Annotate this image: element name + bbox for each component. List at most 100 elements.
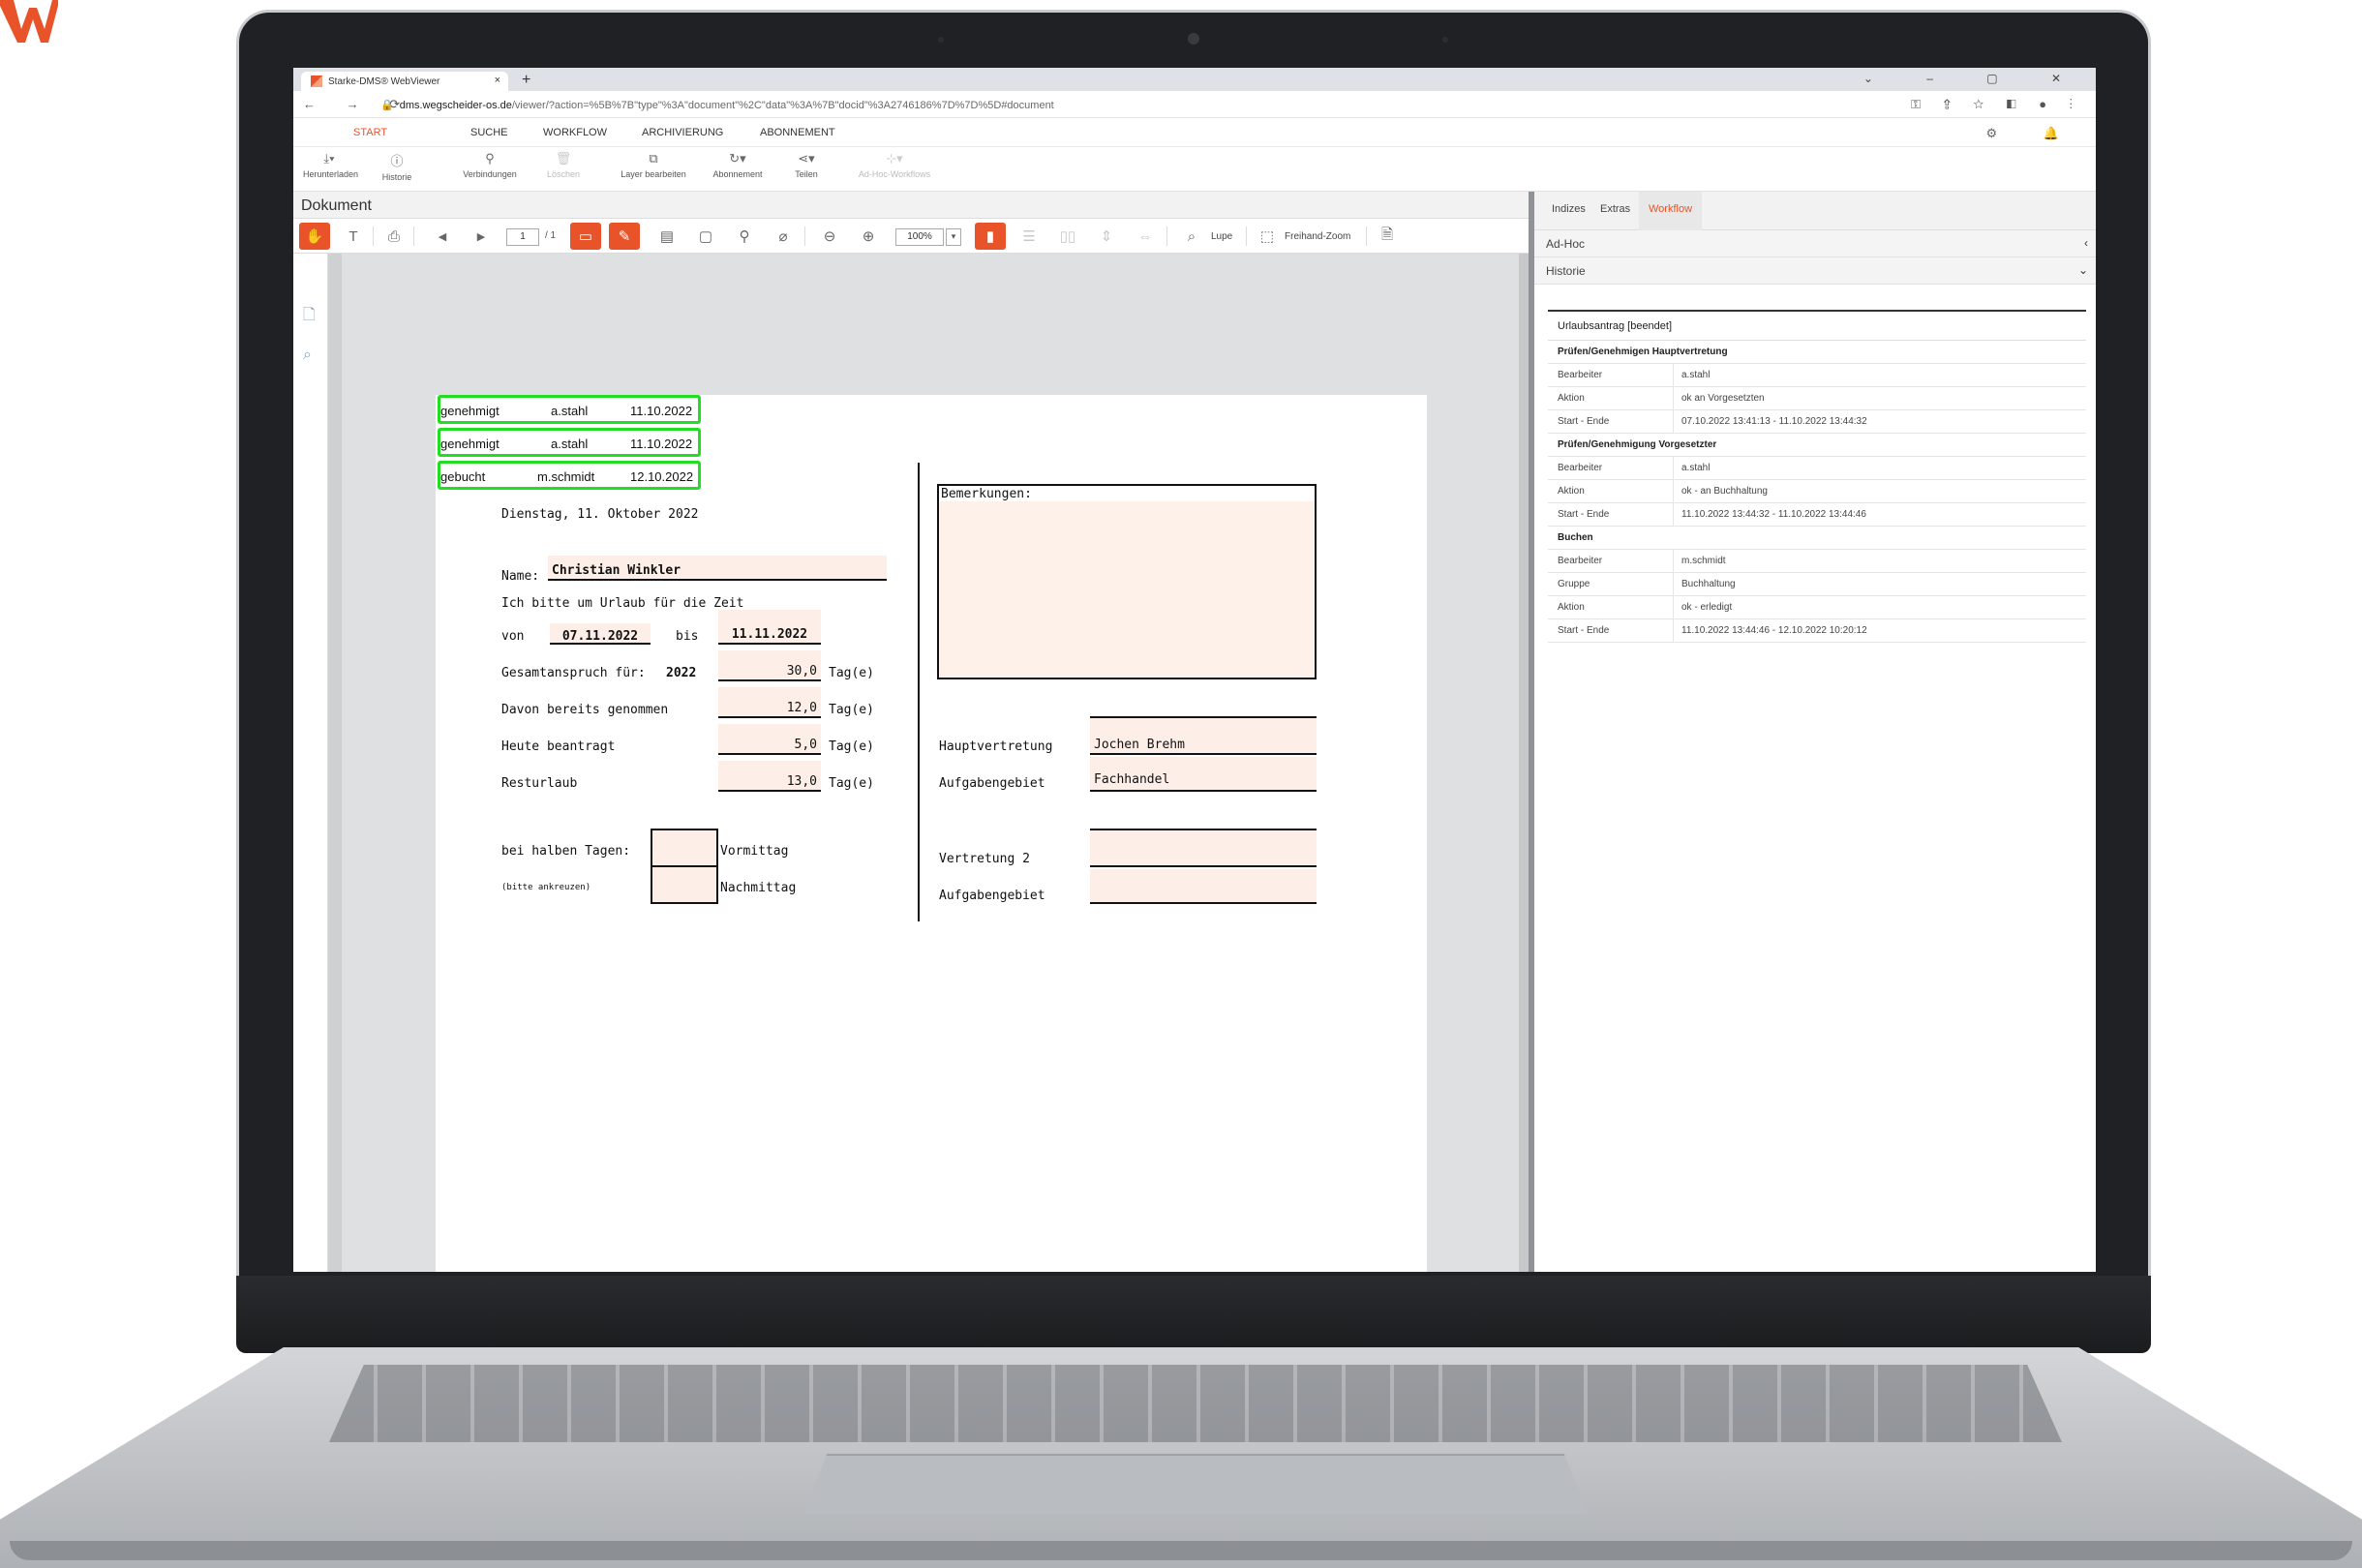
remarks-box[interactable]: Bemerkungen: — [937, 484, 1317, 679]
chevron-left-icon: ‹ — [2084, 236, 2088, 250]
subscribe-button[interactable]: ↻▾ Abonnement — [708, 151, 768, 179]
history-button[interactable]: ⓘ Historie — [373, 151, 421, 182]
zoom-dropdown-icon[interactable]: ▾ — [946, 228, 961, 246]
aufgabengebiet2-field[interactable] — [1090, 869, 1317, 904]
fit-height-icon[interactable]: ⇕ — [1091, 223, 1122, 250]
search-icon[interactable]: ⌕ — [303, 347, 312, 364]
stamp-tool-icon[interactable]: ✎ — [609, 223, 640, 250]
heute-label: Heute beantragt — [501, 739, 616, 754]
historie-section[interactable]: Historie ⌄ — [1534, 257, 2096, 285]
menu-start[interactable]: START — [353, 127, 387, 138]
text-select-icon[interactable]: T — [338, 223, 369, 250]
nachmittag-checkbox[interactable] — [651, 865, 718, 904]
heute-field[interactable]: 5,0 — [718, 724, 821, 755]
tab-close-icon[interactable]: × — [495, 75, 500, 86]
rest-field[interactable]: 13,0 — [718, 761, 821, 792]
workflow-history-table: Urlaubsantrag [beendet] Prüfen/Genehmige… — [1548, 310, 2086, 643]
vertical-scrollbar[interactable] — [1519, 254, 1529, 1272]
unit-label: Tag(e) — [829, 776, 874, 791]
unit-label: Tag(e) — [829, 739, 874, 754]
menu-abonnement[interactable]: ABONNEMENT — [760, 127, 835, 138]
note-icon[interactable]: ▢ — [690, 223, 721, 250]
adhoc-workflows-button[interactable]: ⊹▾ Ad-Hoc-Workflows — [851, 151, 938, 179]
share-button[interactable]: ⋖▾ Teilen — [785, 151, 828, 179]
row-value: m.schmidt — [1681, 556, 1726, 566]
webcam — [1188, 33, 1199, 45]
document-settings-icon[interactable]: 🗎 — [1372, 223, 1403, 250]
annotation-icon[interactable]: ▭ — [570, 223, 601, 250]
table-row: Bearbeiter m.schmidt — [1548, 550, 2086, 573]
download-button[interactable]: ⤓▾ Herunterladen — [303, 151, 358, 179]
magnifier-icon[interactable]: ⌕ — [1176, 223, 1207, 250]
freihand-zoom-label[interactable]: Freihand-Zoom — [1285, 231, 1350, 242]
browser-tab[interactable]: Starke-DMS® WebViewer × — [301, 72, 508, 91]
url-field[interactable]: 🔒 dms.wegscheider-os.de/viewer/?action=%5… — [380, 99, 1054, 111]
name-field[interactable]: Christian Winkler — [548, 556, 887, 581]
single-page-icon[interactable]: ▮ — [975, 223, 1006, 250]
workflow-title: Urlaubsantrag [beendet] — [1548, 312, 2086, 341]
freehand-zoom-icon[interactable]: ⬚ — [1252, 223, 1283, 250]
menu-suche[interactable]: SUCHE — [470, 127, 508, 138]
toolbar-separator — [804, 226, 805, 246]
tab-workflow[interactable]: Workflow — [1639, 192, 1703, 230]
row-value: ok - erledigt — [1681, 602, 1733, 613]
next-page-icon[interactable]: ▶ — [466, 223, 497, 250]
row-value: a.stahl — [1681, 370, 1711, 380]
row-key: Bearbeiter — [1548, 550, 1674, 572]
row-value: ok an Vorgesetzten — [1681, 393, 1765, 404]
davon-field[interactable]: 12,0 — [718, 687, 821, 718]
page-number-input[interactable]: 1 — [506, 228, 539, 246]
link-tool-icon[interactable]: ⚲ — [729, 223, 760, 250]
subscribe-icon: ↻▾ — [729, 151, 746, 166]
tab-extras[interactable]: Extras — [1590, 192, 1640, 230]
connections-button[interactable]: ⚲ Verbindungen — [458, 151, 522, 179]
menu-archivierung[interactable]: ARCHIVIERUNG — [642, 127, 723, 138]
window-controls[interactable]: ⌄ – ▢ ✕ — [1863, 72, 2086, 85]
von-field[interactable]: 07.11.2022 — [550, 623, 651, 645]
thumbnails-icon[interactable]: 🗋 — [303, 304, 316, 330]
lupe-label[interactable]: Lupe — [1211, 231, 1232, 242]
new-tab-button[interactable]: + — [522, 72, 530, 89]
aufgabengebiet-field[interactable]: Fachhandel — [1090, 757, 1317, 792]
row-key: Aktion — [1548, 480, 1674, 502]
document-header: Dokument — [293, 192, 1529, 219]
hand-tool-icon[interactable]: ✋ — [299, 223, 330, 250]
row-value: 11.10.2022 13:44:32 - 11.10.2022 13:44:4… — [1681, 509, 1866, 520]
download-icon: ⤓▾ — [323, 151, 335, 166]
table-row: Aktion ok - erledigt — [1548, 596, 2086, 619]
attachment-icon[interactable]: ⌀ — [768, 223, 799, 250]
zoom-level-input[interactable]: 100% — [895, 228, 944, 246]
approval-stamp: genehmigt a.stahl 11.10.2022 — [438, 428, 701, 457]
fit-width-icon[interactable]: ⇔ — [1130, 223, 1161, 250]
url-path: /viewer/?action=%5B%7B"type"%3A"document… — [511, 100, 1054, 111]
tab-indizes[interactable]: Indizes — [1542, 192, 1595, 230]
settings-notifications-icons[interactable]: ⚙ 🔔 — [1986, 126, 2080, 141]
browser-actions[interactable]: ⚿ ⇪ ☆ ◧ ● ⋮ — [1911, 97, 2082, 112]
halb-hint: (bitte ankreuzen) — [501, 883, 591, 892]
prev-page-icon[interactable]: ◀ — [427, 223, 458, 250]
vertretung2-field[interactable] — [1090, 829, 1317, 867]
print-icon[interactable]: ⎙ — [379, 223, 409, 250]
vormittag-checkbox[interactable] — [651, 829, 718, 867]
halb-label: bei halben Tagen: — [501, 844, 631, 859]
browser-tabbar: Starke-DMS® WebViewer × + ⌄ – ▢ ✕ — [293, 68, 2096, 91]
trash-icon: 🗑 — [555, 151, 572, 166]
two-page-icon[interactable]: ▯▯ — [1052, 223, 1083, 250]
menu-workflow[interactable]: WORKFLOW — [543, 127, 607, 138]
adhoc-section[interactable]: Ad-Hoc ‹ — [1534, 230, 2096, 257]
gesamt-field[interactable]: 30,0 — [718, 650, 821, 681]
workflow-icon: ⊹▾ — [886, 151, 903, 166]
table-row: Start - Ende 07.10.2022 13:41:13 - 11.10.… — [1548, 410, 2086, 434]
edit-layer-button[interactable]: ⧉ Layer bearbeiten — [613, 151, 694, 179]
delete-button[interactable]: 🗑 Löschen — [541, 151, 586, 179]
scroll-mode-icon[interactable]: ☰ — [1014, 223, 1045, 250]
request-text: Ich bitte um Urlaub für die Zeit — [501, 596, 744, 611]
right-panel-tabs: Indizes Extras Workflow — [1534, 192, 2096, 230]
hauptvertretung-field[interactable]: Jochen Brehm — [1090, 716, 1317, 755]
zoom-in-icon[interactable]: ⊕ — [853, 223, 884, 250]
toolbar-separator — [1366, 226, 1367, 246]
bis-field[interactable]: 11.11.2022 — [718, 610, 821, 645]
zoom-out-icon[interactable]: ⊖ — [814, 223, 845, 250]
laptop-front-edge — [10, 1541, 2352, 1560]
page-icon[interactable]: ▤ — [651, 223, 682, 250]
